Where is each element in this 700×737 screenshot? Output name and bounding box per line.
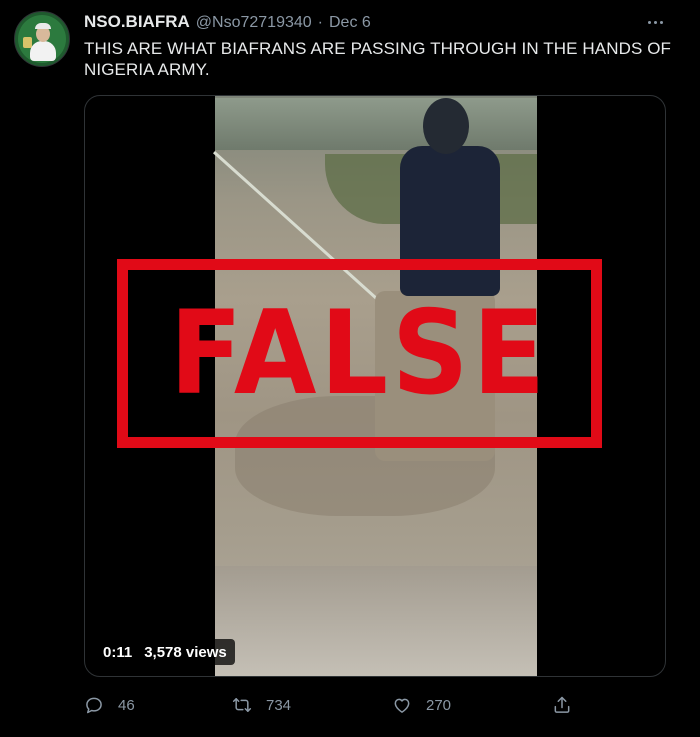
retweet-button[interactable]: 734 <box>232 690 291 720</box>
action-bar: 46 734 270 <box>84 690 584 720</box>
tweet-text: THIS ARE WHAT BIAFRANS ARE PASSING THROU… <box>84 39 672 79</box>
share-button[interactable] <box>552 690 572 720</box>
user-handle[interactable]: @Nso72719340 <box>196 14 312 32</box>
avatar-figure-body <box>30 41 56 61</box>
video-scene-wall <box>215 98 537 150</box>
more-dot <box>659 20 663 24</box>
tweet-date[interactable]: Dec 6 <box>329 14 371 32</box>
video-player[interactable]: FALSE 0:11 3,578 views <box>84 95 666 677</box>
false-stamp: FALSE <box>117 259 602 448</box>
video-badge: 0:11 3,578 views <box>95 639 235 665</box>
separator-dot: · <box>317 14 323 31</box>
more-icon[interactable] <box>640 12 670 32</box>
avatar-figure-cap <box>35 23 51 29</box>
avatar[interactable] <box>14 11 70 67</box>
like-icon <box>394 698 410 713</box>
reply-count: 46 <box>118 696 135 714</box>
video-time: 0:11 <box>103 643 133 661</box>
share-icon <box>554 696 570 713</box>
reply-icon <box>86 697 102 714</box>
retweet-count: 734 <box>266 696 292 714</box>
like-button[interactable]: 270 <box>392 690 451 720</box>
display-name[interactable]: NSO.BIAFRA <box>84 12 190 32</box>
video-scene-person-head <box>423 98 469 154</box>
retweet-icon <box>232 698 252 712</box>
tweet-header: NSO.BIAFRA @Nso72719340 · Dec 6 <box>84 12 371 34</box>
more-dot <box>647 20 651 24</box>
more-dot <box>653 20 657 24</box>
tweet: NSO.BIAFRA @Nso72719340 · Dec 6 THIS ARE… <box>0 0 700 737</box>
reply-button[interactable]: 46 <box>84 690 135 720</box>
false-stamp-text: FALSE <box>169 285 550 421</box>
like-count: 270 <box>426 696 452 714</box>
video-scene-road <box>215 566 537 676</box>
video-views: 3,578 views <box>144 643 227 661</box>
